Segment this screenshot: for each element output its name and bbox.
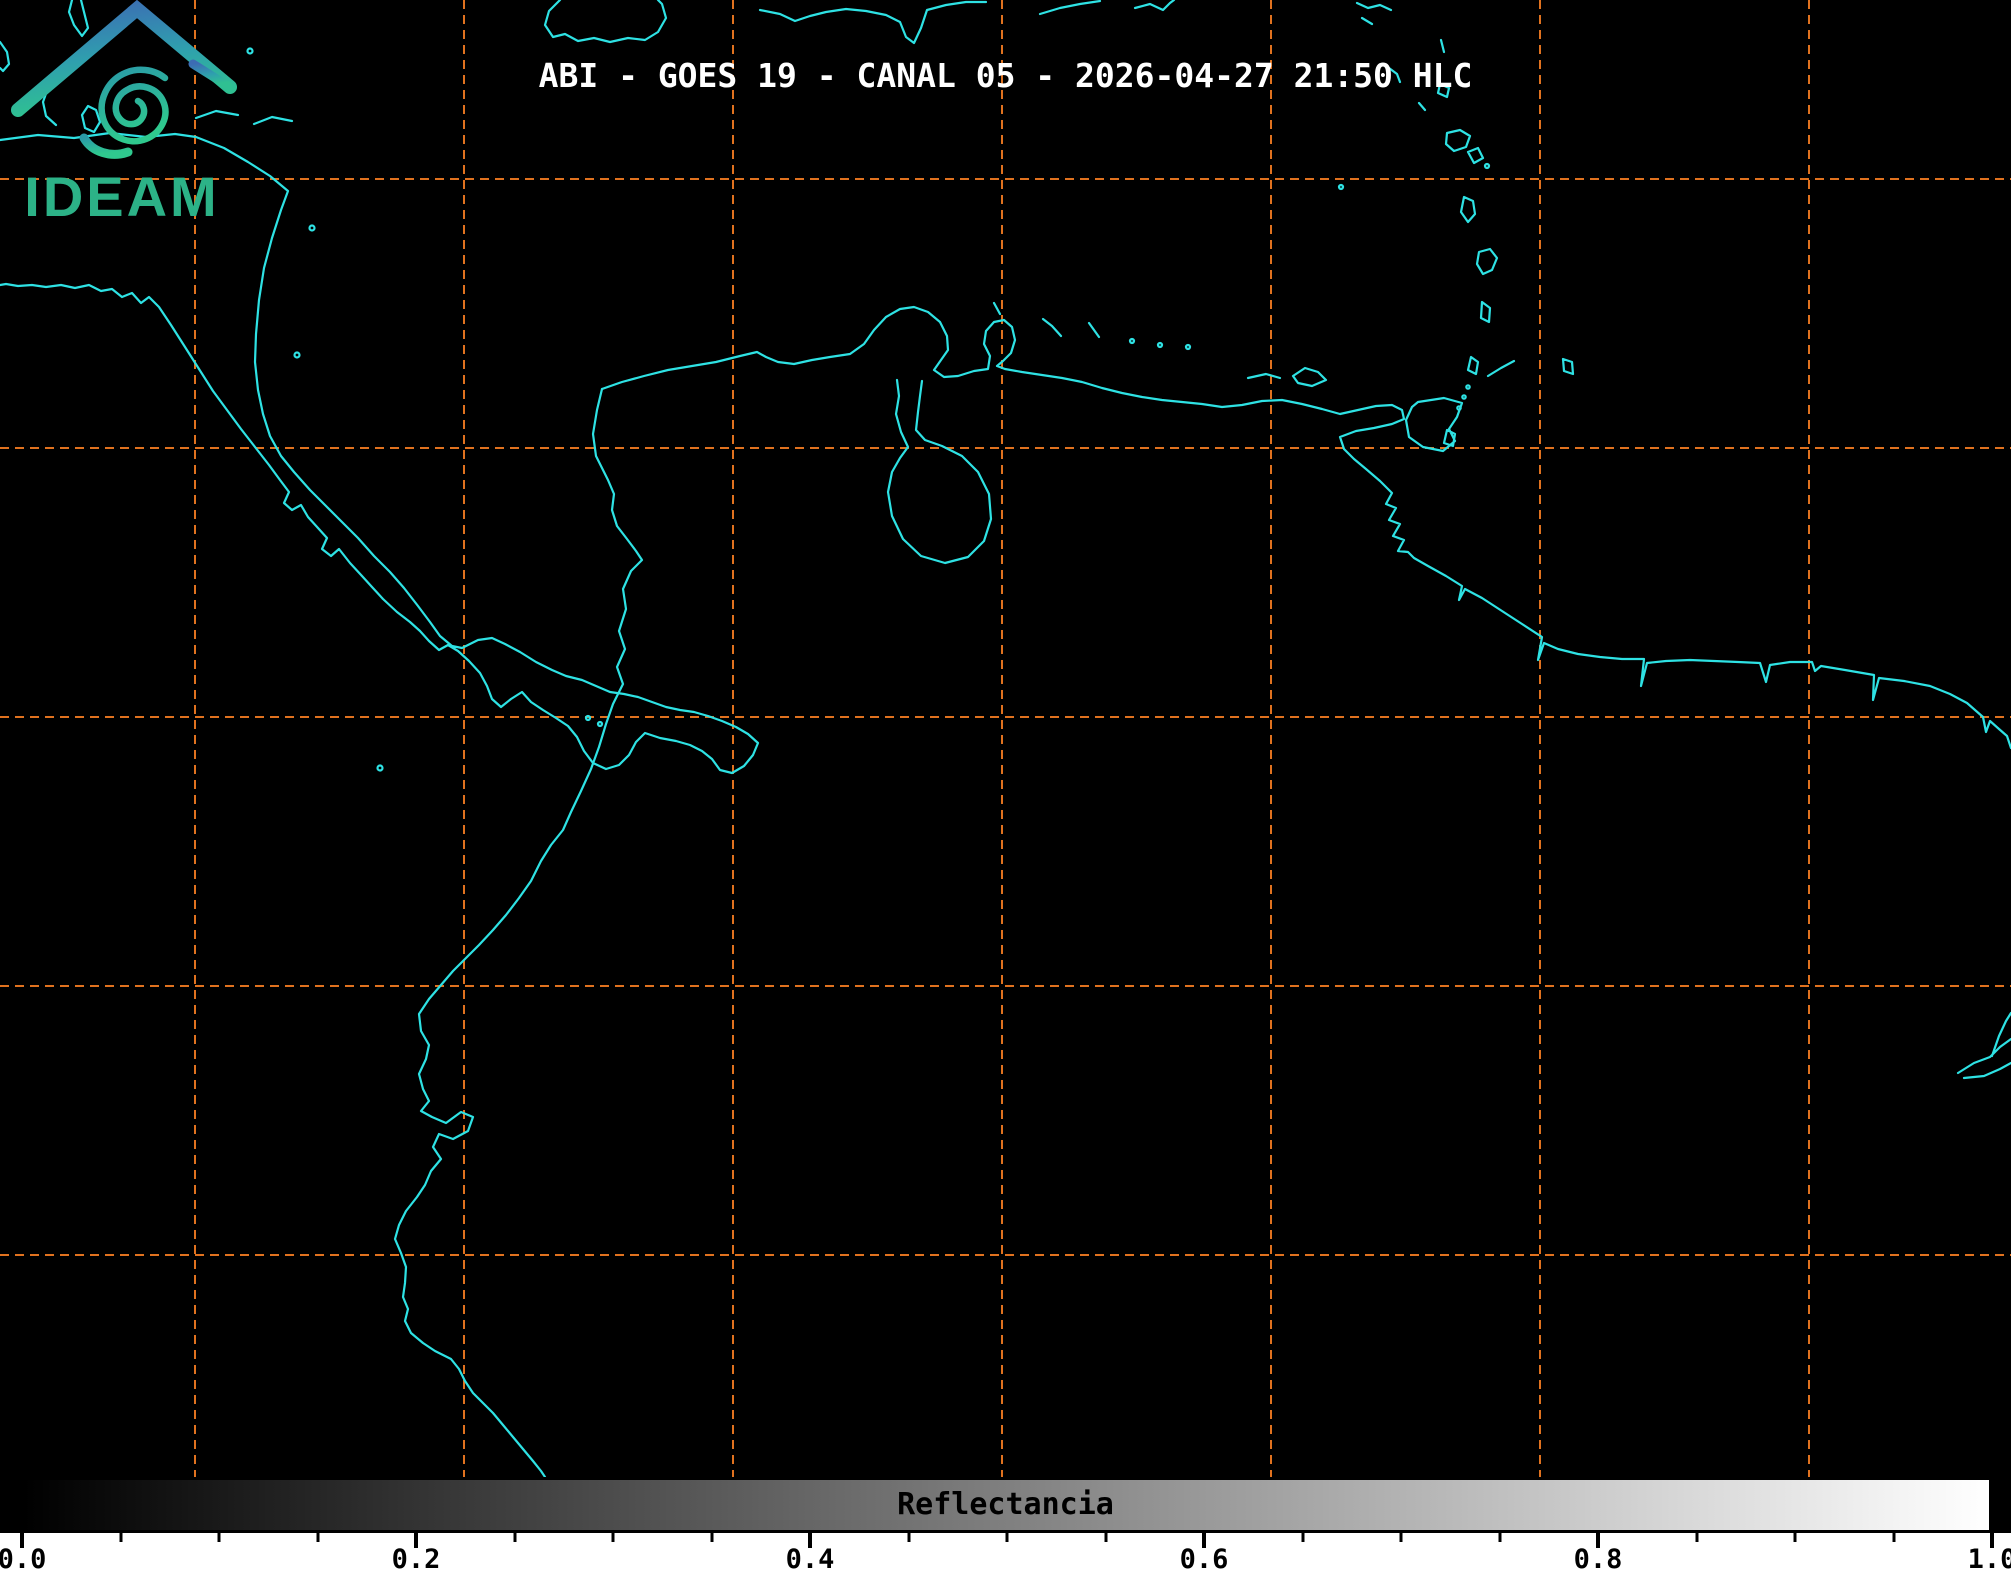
logo-text: IDEAM <box>24 165 219 224</box>
colorbar-tick-label: 0.8 <box>1574 1544 1623 1575</box>
colorbar-minor-tick <box>218 1531 221 1542</box>
coastline-islands <box>0 0 2011 1078</box>
colorbar-tick-label: 0.2 <box>392 1544 441 1575</box>
colorbar-minor-tick <box>316 1531 319 1542</box>
colorbar-minor-tick <box>513 1531 516 1542</box>
colorbar-minor-tick <box>612 1531 615 1542</box>
map-title: ABI - GOES 19 - CANAL 05 - 2026-04-27 21… <box>0 56 2011 95</box>
colorbar-tick-label: 1.0 <box>1968 1544 2011 1575</box>
colorbar-minor-tick <box>1498 1531 1501 1542</box>
map-canvas <box>0 0 2011 1477</box>
coastline-lake-maracaibo <box>888 380 991 563</box>
colorbar-tick-label: 0.4 <box>786 1544 835 1575</box>
coastline-pacific-south-america <box>395 389 642 1477</box>
colorbar-tick-label: 0.6 <box>1180 1544 1229 1575</box>
colorbar-minor-tick <box>1695 1531 1698 1542</box>
colorbar-minor-tick <box>1794 1531 1797 1542</box>
satellite-map: ABI - GOES 19 - CANAL 05 - 2026-04-27 21… <box>0 0 2011 1477</box>
colorbar-minor-tick <box>710 1531 713 1542</box>
colorbar-tick-label: 0.0 <box>0 1544 46 1575</box>
colorbar-minor-tick <box>907 1531 910 1542</box>
colorbar-minor-tick <box>1301 1531 1304 1542</box>
islet-dots <box>248 49 1490 771</box>
colorbar-minor-tick <box>1006 1531 1009 1542</box>
coastline-central-america <box>0 133 758 773</box>
graticule-grid <box>0 0 2011 1477</box>
colorbar-minor-tick <box>119 1531 122 1542</box>
colorbar-minor-tick <box>1104 1531 1107 1542</box>
colorbar-label: Reflectancia <box>0 1487 2011 1522</box>
colorbar-minor-tick <box>1400 1531 1403 1542</box>
ideam-logo: IDEAM <box>0 0 240 224</box>
colorbar-minor-tick <box>1892 1531 1895 1542</box>
coastline-caribbean-guianas <box>602 307 2011 748</box>
logo-swirl <box>102 70 166 141</box>
